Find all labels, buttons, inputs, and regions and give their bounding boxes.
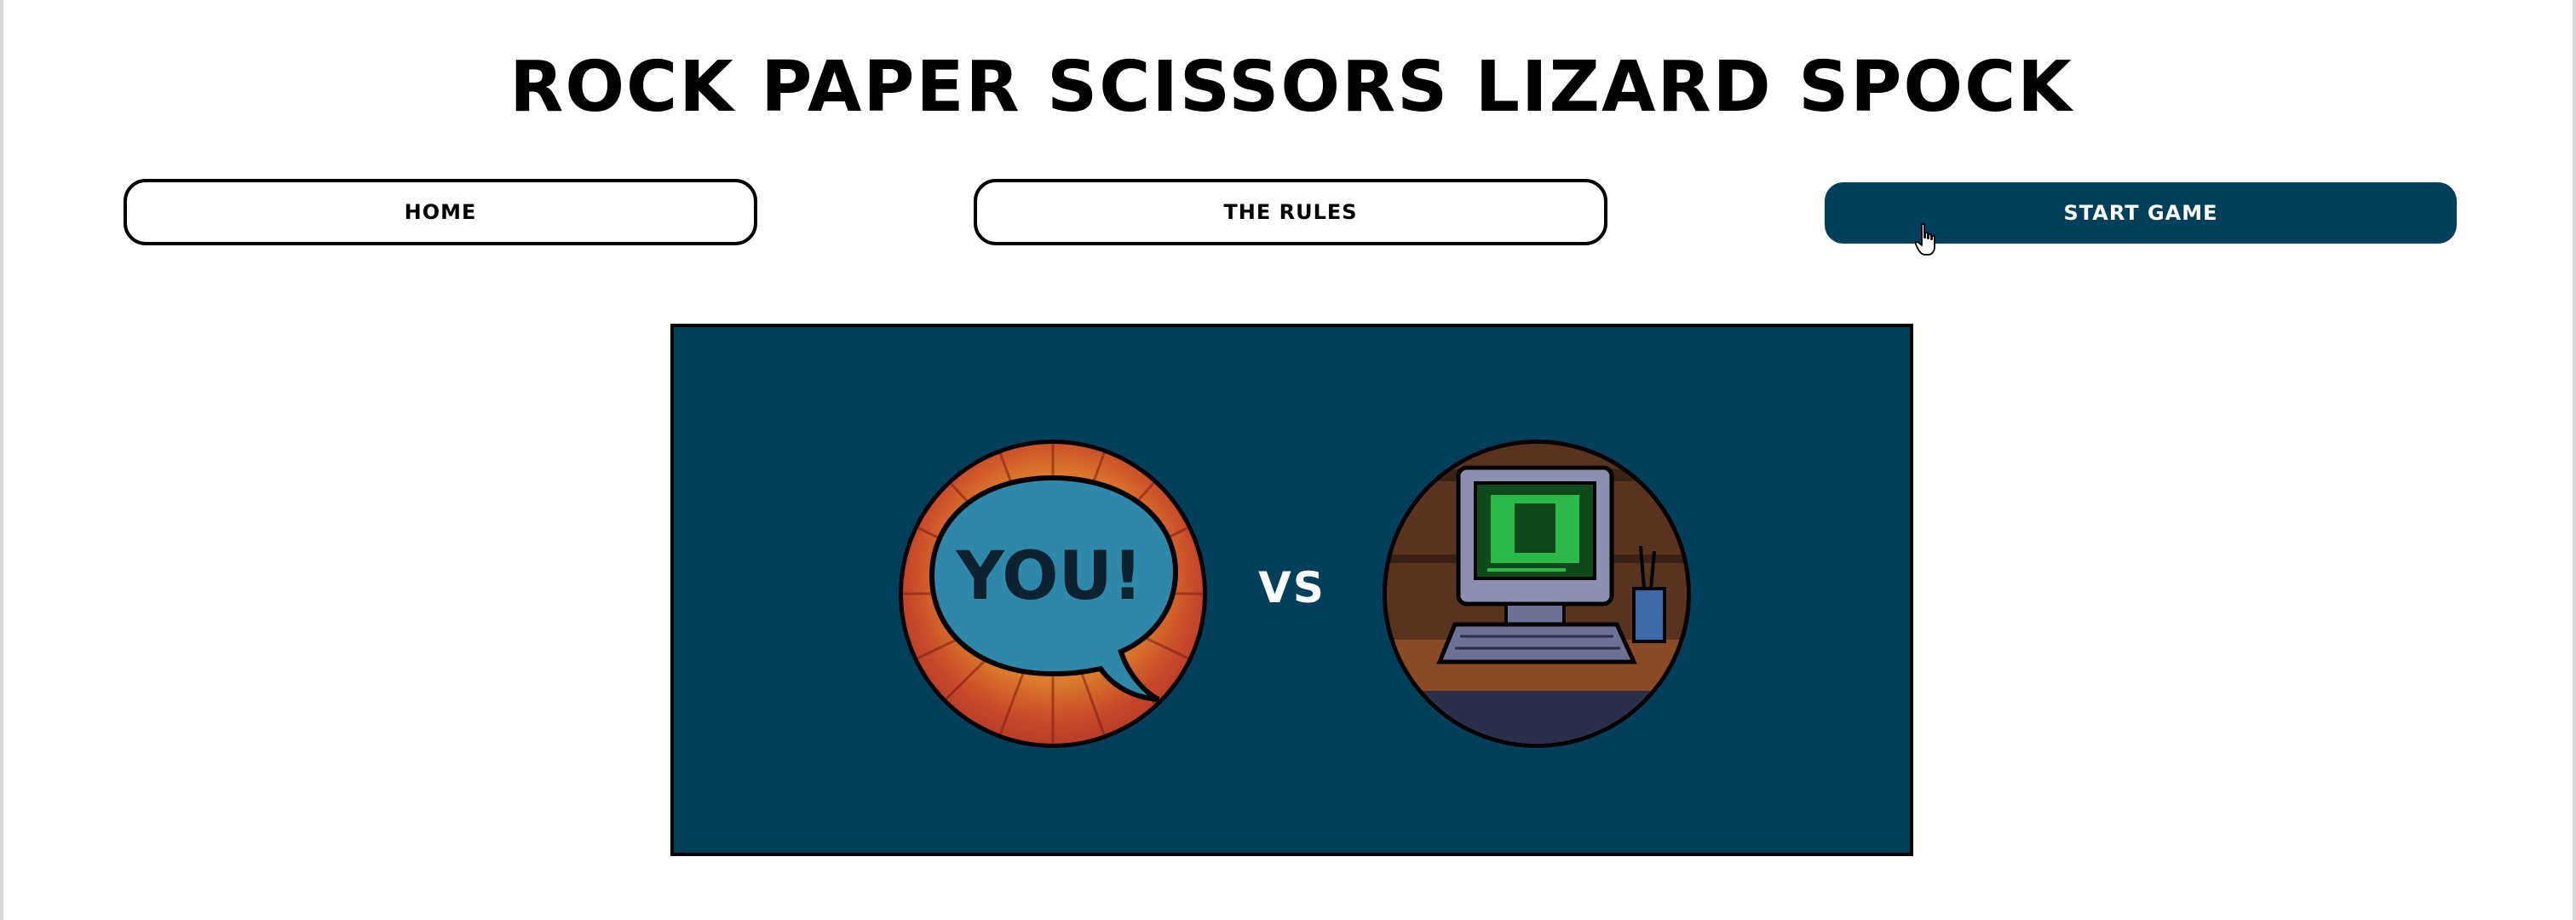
vs-label: VS bbox=[1258, 563, 1325, 612]
hand-pointer-icon bbox=[1915, 223, 1935, 256]
rules-button[interactable]: THE RULES bbox=[974, 179, 1607, 245]
page: ROCK PAPER SCISSORS LIZARD SPOCK HOME TH… bbox=[0, 0, 2576, 920]
page-title: ROCK PAPER SCISSORS LIZARD SPOCK bbox=[509, 47, 2073, 128]
computer-avatar bbox=[1383, 440, 1691, 748]
retro-computer-icon bbox=[1387, 444, 1687, 744]
home-button[interactable]: HOME bbox=[124, 179, 757, 245]
game-stage: YOU! VS bbox=[670, 324, 1913, 856]
